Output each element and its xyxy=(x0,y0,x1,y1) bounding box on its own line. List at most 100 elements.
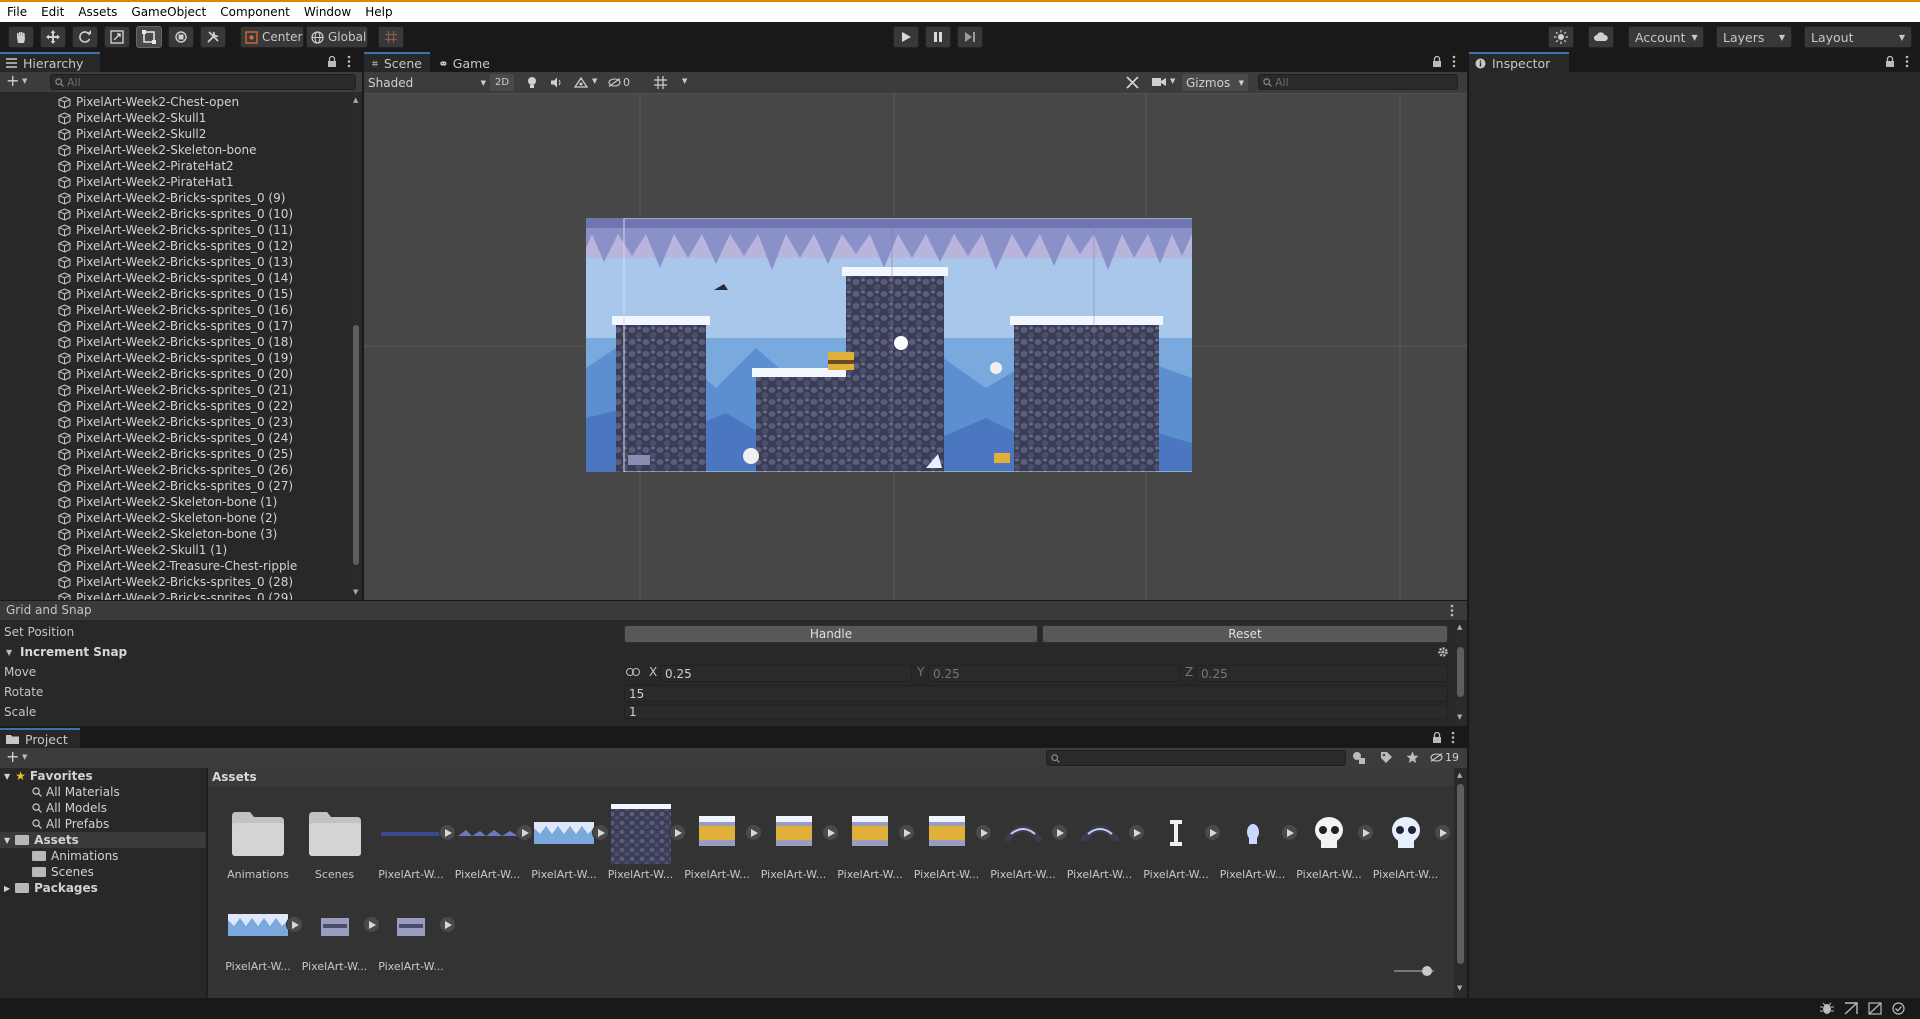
hierarchy-item[interactable]: PixelArt-Week2-Skull2 xyxy=(58,126,206,142)
hierarchy-item[interactable]: PixelArt-Week2-Bricks-sprites_0 (17) xyxy=(58,318,293,334)
hierarchy-item[interactable]: PixelArt-Week2-Chest-open xyxy=(58,94,239,110)
chevron-down-icon[interactable]: ▼ xyxy=(6,648,12,657)
more-options-icon[interactable] xyxy=(1450,604,1454,617)
grid-snap-scrollbar[interactable]: ▲ ▼ xyxy=(1454,620,1467,726)
chevron-down-icon[interactable]: ▼ xyxy=(1170,77,1175,85)
bug-icon[interactable] xyxy=(1820,1002,1834,1015)
hierarchy-item[interactable]: PixelArt-Week2-Bricks-sprites_0 (22) xyxy=(58,398,293,414)
tree-all-prefabs[interactable]: All Prefabs xyxy=(32,816,109,832)
hierarchy-item[interactable]: PixelArt-Week2-Skeleton-bone xyxy=(58,142,256,158)
tree-all-models[interactable]: All Models xyxy=(32,800,107,816)
hidden-packages-toggle[interactable]: 19 xyxy=(1430,751,1459,764)
tree-all-materials[interactable]: All Materials xyxy=(32,784,120,800)
hierarchy-item[interactable]: PixelArt-Week2-Skeleton-bone (3) xyxy=(58,526,277,542)
mode-2d-toggle[interactable]: 2D xyxy=(490,74,514,91)
pivot-global-toggle[interactable]: Global xyxy=(306,26,368,48)
pause-button[interactable] xyxy=(925,26,951,48)
link-icon[interactable] xyxy=(626,668,640,676)
step-button[interactable] xyxy=(957,26,983,48)
hierarchy-item[interactable]: PixelArt-Week2-Bricks-sprites_0 (10) xyxy=(58,206,293,222)
move-z-field[interactable]: 0.25 xyxy=(1196,665,1448,682)
asset-sprite[interactable]: PixelArt-W... xyxy=(909,802,992,890)
scroll-up-icon[interactable]: ▲ xyxy=(1457,771,1462,779)
asset-sprite[interactable]: PixelArt-W... xyxy=(1062,802,1145,890)
asset-sprite[interactable]: PixelArt-W... xyxy=(1215,802,1298,890)
hierarchy-item[interactable]: PixelArt-Week2-Bricks-sprites_0 (16) xyxy=(58,302,293,318)
camera-icon[interactable] xyxy=(1152,77,1166,87)
chevron-down-icon[interactable]: ▼ xyxy=(682,77,687,85)
scroll-up-icon[interactable]: ▲ xyxy=(1457,623,1462,631)
hierarchy-item[interactable]: PixelArt-Week2-Bricks-sprites_0 (25) xyxy=(58,446,293,462)
hierarchy-item[interactable]: PixelArt-Week2-PirateHat2 xyxy=(58,158,234,174)
hierarchy-item[interactable]: PixelArt-Week2-Bricks-sprites_0 (13) xyxy=(58,254,293,270)
handle-button[interactable]: Handle xyxy=(624,625,1038,643)
hierarchy-item[interactable]: PixelArt-Week2-Treasure-Chest-ripple xyxy=(58,558,297,574)
asset-sprite[interactable]: PixelArt-W... xyxy=(373,802,456,890)
scroll-down-icon[interactable]: ▼ xyxy=(353,588,358,596)
menu-window[interactable]: Window xyxy=(297,5,358,19)
hierarchy-item[interactable]: PixelArt-Week2-Bricks-sprites_0 (14) xyxy=(58,270,293,286)
asset-sprite[interactable]: PixelArt-W... xyxy=(526,802,609,890)
tab-game[interactable]: Game xyxy=(432,52,498,72)
pivot-center-toggle[interactable]: Center xyxy=(240,26,304,48)
gizmos-dropdown[interactable]: Gizmos ▼ xyxy=(1182,74,1248,91)
grid-snap-toggle[interactable] xyxy=(378,26,404,48)
expand-sprites-button[interactable] xyxy=(1433,824,1451,841)
move-x-field[interactable]: 0.25 xyxy=(660,665,912,682)
network-icon[interactable] xyxy=(1868,1002,1882,1015)
tab-inspector[interactable]: Inspector xyxy=(1469,52,1569,72)
tree-animations[interactable]: Animations xyxy=(32,848,118,864)
collab-button[interactable] xyxy=(1548,26,1574,48)
effects-icon[interactable] xyxy=(574,77,588,88)
menu-help[interactable]: Help xyxy=(358,5,399,19)
asset-sprite[interactable]: PixelArt-W... xyxy=(1291,802,1374,890)
tree-packages[interactable]: ▶ Packages xyxy=(4,880,98,896)
transform-tool-button[interactable] xyxy=(168,26,194,48)
add-icon[interactable]: + xyxy=(6,749,19,765)
hierarchy-item[interactable]: PixelArt-Week2-Bricks-sprites_0 (29) xyxy=(58,590,293,600)
hidden-objects-toggle[interactable]: 0 xyxy=(608,74,634,91)
asset-sprite[interactable]: PixelArt-W... xyxy=(985,802,1068,890)
expand-sprites-button[interactable] xyxy=(439,916,456,933)
label-icon[interactable] xyxy=(1380,751,1393,764)
project-search-input[interactable] xyxy=(1046,750,1346,766)
asset-sprite[interactable]: PixelArt-W... xyxy=(220,894,303,982)
audio-icon[interactable] xyxy=(551,77,563,88)
hierarchy-item[interactable]: PixelArt-Week2-Bricks-sprites_0 (19) xyxy=(58,350,293,366)
lock-icon[interactable] xyxy=(1885,56,1895,67)
asset-sprite[interactable]: PixelArt-W... xyxy=(450,802,533,890)
asset-sprite[interactable]: PixelArt-W... xyxy=(1368,802,1451,890)
tools-icon[interactable] xyxy=(1126,76,1139,89)
lock-icon[interactable] xyxy=(1432,56,1442,67)
more-options-icon[interactable] xyxy=(1451,731,1455,744)
asset-scrollbar[interactable]: ▲ ▼ xyxy=(1454,768,1467,998)
hierarchy-item[interactable]: PixelArt-Week2-Skull1 (1) xyxy=(58,542,227,558)
scene-grid-toggle-icon[interactable] xyxy=(654,76,667,89)
scene-viewport[interactable] xyxy=(364,93,1467,600)
scroll-down-icon[interactable]: ▼ xyxy=(1457,713,1462,721)
chevron-down-icon[interactable]: ▼ xyxy=(22,77,27,85)
rotate-field[interactable]: 15 xyxy=(624,685,1448,702)
hierarchy-item[interactable]: PixelArt-Week2-Bricks-sprites_0 (18) xyxy=(58,334,293,350)
hierarchy-item[interactable]: PixelArt-Week2-Skeleton-bone (2) xyxy=(58,510,277,526)
play-button[interactable] xyxy=(893,26,919,48)
grid-snap-scroll-thumb[interactable] xyxy=(1457,647,1464,697)
cloud-button[interactable] xyxy=(1588,26,1614,48)
tab-hierarchy[interactable]: Hierarchy xyxy=(0,52,100,72)
tree-assets[interactable]: ▼ Assets xyxy=(0,832,206,848)
move-tool-button[interactable] xyxy=(40,26,66,48)
lighting-icon[interactable] xyxy=(527,76,537,89)
add-icon[interactable]: + xyxy=(6,73,19,89)
scroll-down-icon[interactable]: ▼ xyxy=(1457,984,1462,992)
gear-icon[interactable] xyxy=(1437,646,1449,658)
star-icon[interactable] xyxy=(1406,751,1419,764)
hierarchy-scroll-thumb[interactable] xyxy=(353,325,359,565)
scroll-up-icon[interactable]: ▲ xyxy=(353,96,358,104)
menu-assets[interactable]: Assets xyxy=(71,5,124,19)
hierarchy-item[interactable]: PixelArt-Week2-Bricks-sprites_0 (28) xyxy=(58,574,293,590)
move-y-field[interactable]: 0.25 xyxy=(928,665,1180,682)
chevron-down-icon[interactable]: ▼ xyxy=(22,753,27,761)
more-options-icon[interactable] xyxy=(1452,55,1456,68)
hierarchy-search-input[interactable]: All xyxy=(50,74,356,90)
hand-tool-button[interactable] xyxy=(8,26,34,48)
